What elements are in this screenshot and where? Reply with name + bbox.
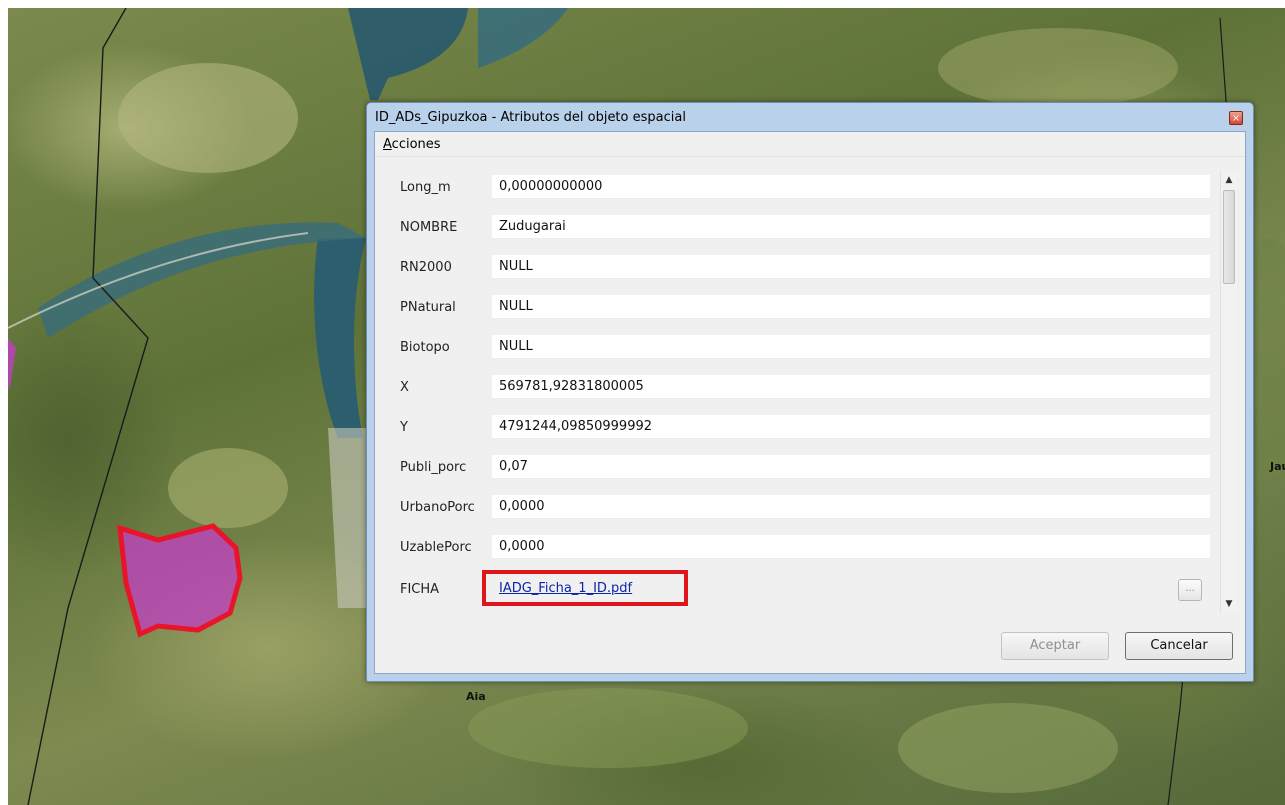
field-value-input[interactable]: NULL (492, 335, 1210, 359)
urban-area (328, 428, 368, 608)
field-value-input[interactable]: 0,00000000000 (492, 175, 1210, 199)
field-label: NOMBRE (400, 219, 458, 235)
field-row-pnatural: PNatural NULL (383, 294, 1210, 320)
attribute-form: Long_m 0,00000000000 NOMBRE Zudugarai RN… (383, 166, 1218, 618)
field-value-input[interactable]: 0,0000 (492, 495, 1210, 519)
menu-bar: Acciones (375, 132, 1245, 157)
field-label: Y (400, 419, 408, 435)
menu-acciones-label: cciones (391, 136, 441, 152)
river-bend (314, 238, 366, 438)
dialog-titlebar[interactable]: ID_ADs_Gipuzkoa - Atributos del objeto e… (367, 103, 1253, 131)
field-label: FICHA (400, 581, 440, 597)
field-value-input[interactable]: 569781,92831800005 (492, 375, 1210, 399)
field-row-long-m: Long_m 0,00000000000 (383, 174, 1210, 200)
field-label: Publi_porc (400, 459, 467, 475)
selected-parcel (117, 523, 243, 638)
field-value-input[interactable]: 4791244,09850999992 (492, 415, 1210, 439)
dialog-title: ID_ADs_Gipuzkoa - Atributos del objeto e… (375, 109, 686, 125)
river (348, 8, 468, 100)
field-value-input[interactable]: NULL (492, 295, 1210, 319)
field-value-input[interactable]: Zudugarai (492, 215, 1210, 239)
field-value-input[interactable]: NULL (492, 255, 1210, 279)
field-value-input[interactable]: 0,0000 (492, 535, 1210, 559)
close-icon: × (1231, 113, 1241, 124)
parcel-edge (8, 338, 16, 388)
map-label-aia: Aia (466, 690, 486, 703)
field-label: Biotopo (400, 339, 450, 355)
attributes-dialog: ID_ADs_Gipuzkoa - Atributos del objeto e… (366, 102, 1254, 682)
estuary (478, 8, 568, 68)
dialog-client-area: Acciones Long_m 0,00000000000 NOMBRE Zud… (374, 131, 1246, 674)
field-value-input[interactable]: 0,07 (492, 455, 1210, 479)
field-label: RN2000 (400, 259, 452, 275)
field-row-biotopo: Biotopo NULL (383, 334, 1210, 360)
field-label: Long_m (400, 179, 451, 195)
field-row-publi-porc: Publi_porc 0,07 (383, 454, 1210, 480)
browse-file-button[interactable]: ... (1178, 579, 1202, 601)
field-row-urbanoporc: UrbanoPorc 0,0000 (383, 494, 1210, 520)
map-label-jau: Jau (1270, 460, 1285, 473)
scroll-thumb[interactable] (1223, 190, 1235, 284)
scroll-down-icon[interactable]: ▼ (1221, 596, 1237, 612)
field-row-x: X 569781,92831800005 (383, 374, 1210, 400)
field-label: PNatural (400, 299, 456, 315)
field-row-rn2000: RN2000 NULL (383, 254, 1210, 280)
field-label: UzablePorc (400, 539, 472, 555)
vertical-scrollbar[interactable]: ▲ ▼ (1220, 172, 1237, 612)
field-row-nombre: NOMBRE Zudugarai (383, 214, 1210, 240)
field-row-y: Y 4791244,09850999992 (383, 414, 1210, 440)
highlight-annotation (482, 570, 688, 606)
menu-acciones-mnemonic: A (383, 136, 392, 152)
accept-button[interactable]: Aceptar (1001, 632, 1109, 660)
field-row-uzableporc: UzablePorc 0,0000 (383, 534, 1210, 560)
field-label: X (400, 379, 409, 395)
cancel-button[interactable]: Cancelar (1125, 632, 1233, 660)
field-label: UrbanoPorc (400, 499, 475, 515)
menu-acciones[interactable]: Acciones (377, 137, 447, 152)
scroll-up-icon[interactable]: ▲ (1221, 172, 1237, 188)
close-button[interactable]: × (1229, 111, 1243, 125)
